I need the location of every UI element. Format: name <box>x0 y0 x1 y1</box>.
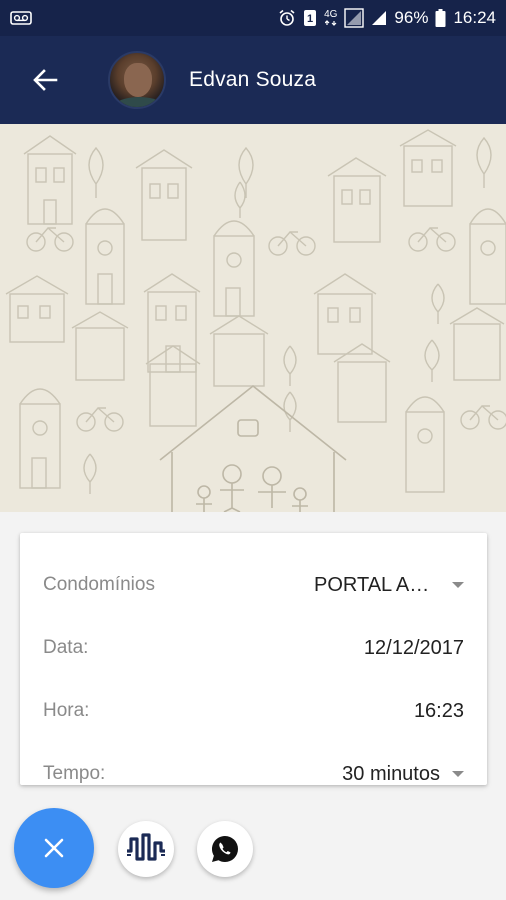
whatsapp-button[interactable] <box>197 821 253 877</box>
building-app-button[interactable] <box>118 821 174 877</box>
whatsapp-icon <box>211 836 238 862</box>
chevron-down-icon <box>452 771 464 777</box>
chat-wallpaper <box>0 124 506 512</box>
signal-icon <box>344 8 365 28</box>
arrow-left-icon <box>33 69 58 91</box>
close-icon <box>44 838 64 858</box>
building-logo-icon <box>127 833 165 861</box>
tempo-select[interactable]: 30 minutos <box>342 763 464 786</box>
4g-icon: 4G <box>324 10 337 26</box>
notification-icon: 1 <box>303 9 317 27</box>
signal-bars-icon <box>371 10 387 26</box>
network-type-label: 4G <box>324 9 338 20</box>
row-tempo[interactable]: Tempo: 30 minutos <box>20 754 487 794</box>
data-value[interactable]: 12/12/2017 <box>364 637 464 660</box>
booking-card: Condomínios PORTAL AMBIENTE Data: 12/12/… <box>20 533 487 785</box>
condominios-value: PORTAL AMBIENTE <box>314 573 440 596</box>
condominios-label: Condomínios <box>43 574 155 595</box>
battery-percent: 96% <box>394 8 429 27</box>
avatar-face <box>124 63 152 97</box>
row-data[interactable]: Data: 12/12/2017 <box>20 628 487 668</box>
tempo-value: 30 minutos <box>342 762 440 785</box>
svg-text:1: 1 <box>307 13 313 25</box>
contact-name: Edvan Souza <box>189 68 317 91</box>
alarm-icon <box>278 9 296 27</box>
status-bar: 1 4G 96% 16:24 <box>0 0 506 36</box>
hora-value[interactable]: 16:23 <box>414 700 464 723</box>
avatar[interactable] <box>108 51 166 109</box>
hora-label: Hora: <box>43 700 90 721</box>
clock: 16:24 <box>453 8 496 27</box>
condominios-select[interactable]: PORTAL AMBIENTE <box>314 574 464 597</box>
row-condominios[interactable]: Condomínios PORTAL AMBIENTE <box>20 565 487 605</box>
voicemail-icon <box>10 11 32 25</box>
row-hora[interactable]: Hora: 16:23 <box>20 691 487 731</box>
app-bar: Edvan Souza <box>0 36 506 124</box>
doodle-pattern <box>5 129 506 512</box>
back-button[interactable] <box>17 52 73 108</box>
close-fab-button[interactable] <box>14 808 94 888</box>
tempo-label: Tempo: <box>43 763 106 784</box>
avatar-shirt <box>114 97 164 107</box>
chevron-down-icon <box>452 582 464 588</box>
data-label: Data: <box>43 637 89 658</box>
battery-icon <box>435 9 446 27</box>
